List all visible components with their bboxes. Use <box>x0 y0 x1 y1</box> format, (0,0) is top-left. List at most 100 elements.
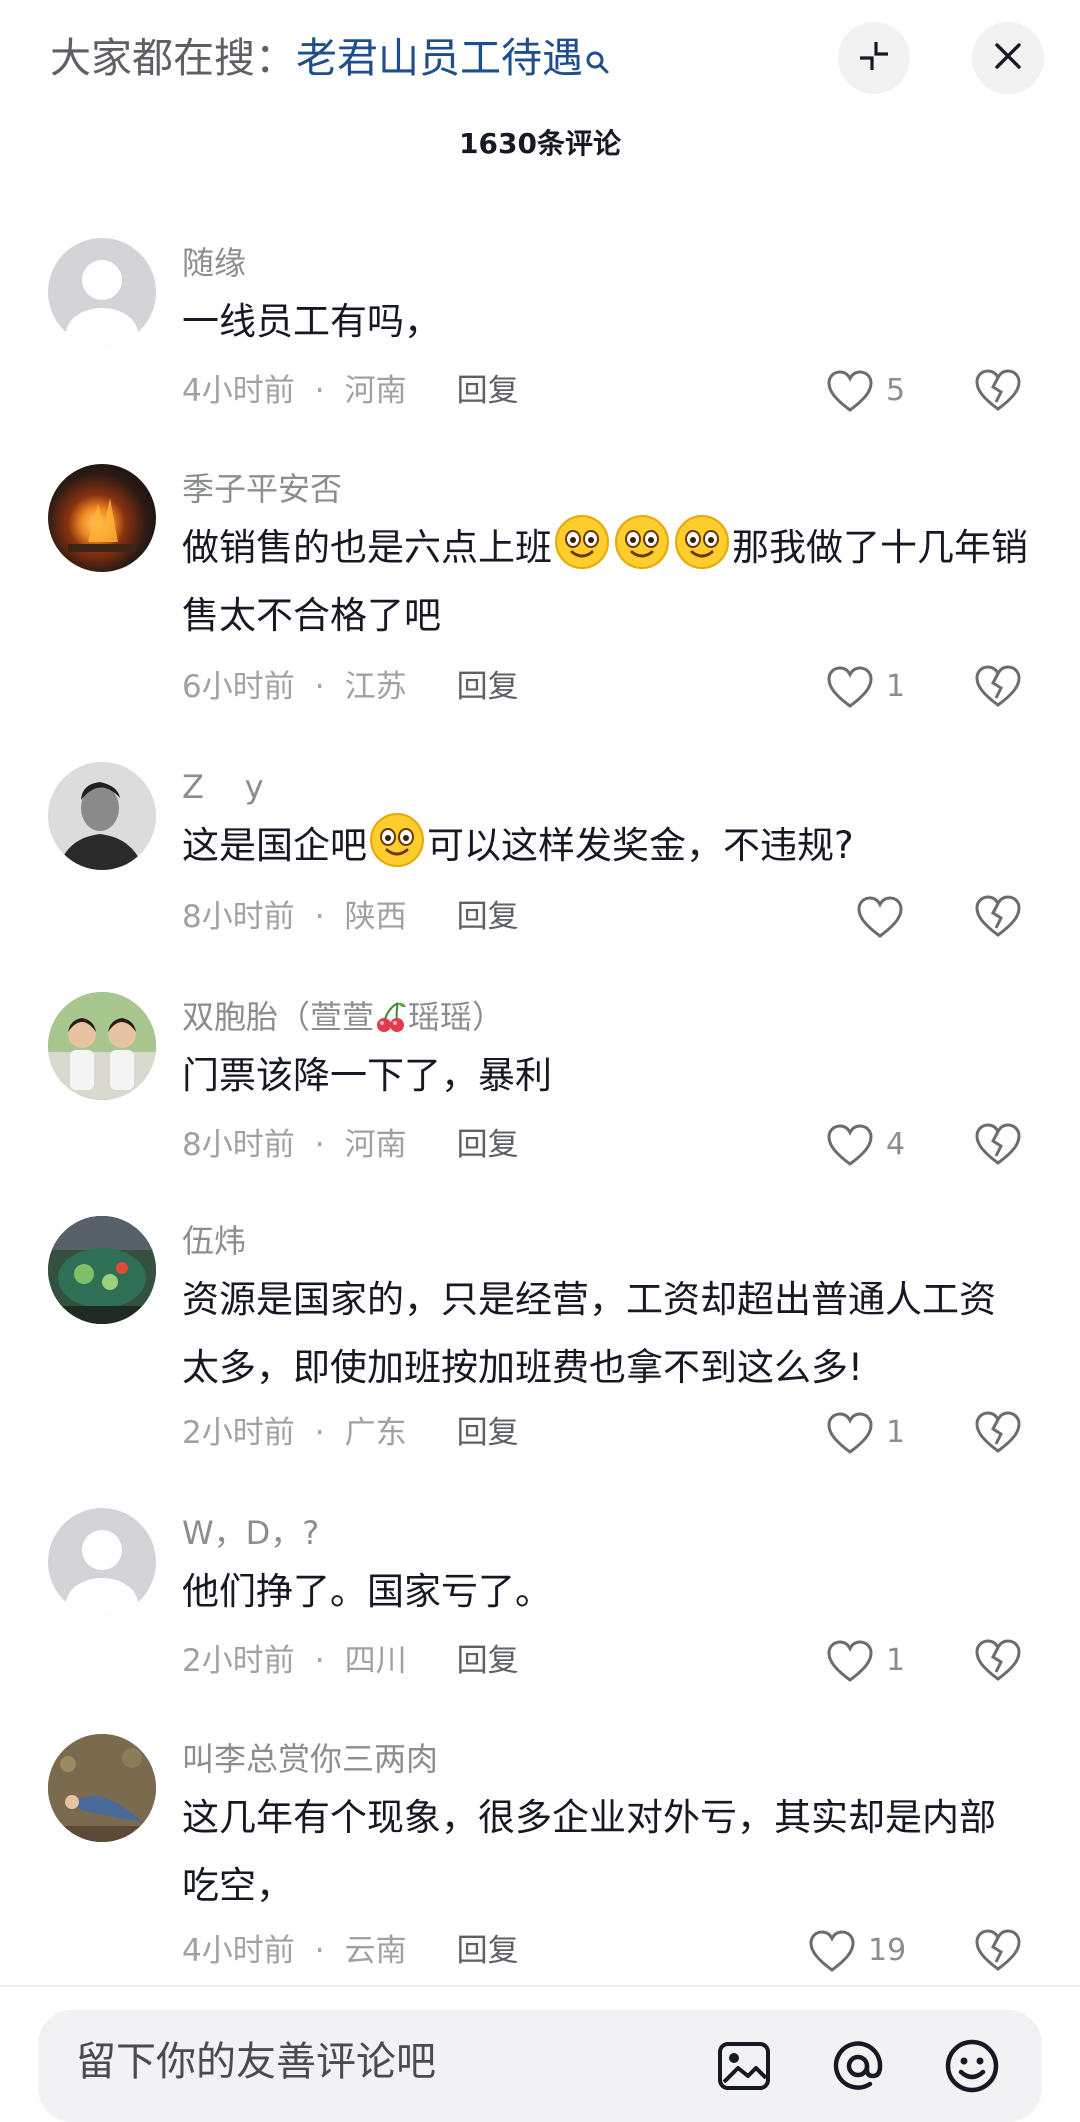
comment-count: 1630条评论 <box>459 127 621 160</box>
grin-emoji-icon <box>675 515 729 569</box>
username-part: 双胞胎（萱萱 <box>182 998 375 1036</box>
reply-button[interactable]: 回复 <box>457 1643 519 1679</box>
hot-search-bar[interactable]: 大家都在搜：老君山员工待遇 <box>50 28 611 92</box>
close-icon <box>993 41 1023 75</box>
comment-text-part: 做销售的也是六点上班 <box>182 526 552 569</box>
broken-heart-icon <box>975 1639 1021 1681</box>
broken-heart-icon <box>975 369 1021 411</box>
reply-button[interactable]: 回复 <box>457 1933 519 1969</box>
like-count: 1 <box>886 1643 906 1678</box>
comment-input[interactable]: 留下你的友善评论吧 <box>76 2032 436 2092</box>
dislike-button[interactable] <box>974 366 1024 416</box>
dislike-button[interactable] <box>974 662 1024 712</box>
dislike-button[interactable] <box>974 1408 1024 1458</box>
comment-region: 河南 <box>344 1127 407 1163</box>
like-button[interactable]: 4 <box>826 1120 946 1170</box>
like-button[interactable]: 1 <box>826 1408 946 1458</box>
comment-time: 4小时前 <box>182 1933 295 1969</box>
username[interactable]: 伍炜 <box>182 1218 246 1264</box>
emoji-icon <box>945 2039 999 2093</box>
like-button[interactable]: 1 <box>826 662 946 712</box>
username[interactable]: 双胞胎（萱萱 瑶瑶） <box>182 994 504 1040</box>
image-icon <box>718 2042 770 2090</box>
username[interactable]: 季子平安否 <box>182 466 342 512</box>
reply-button[interactable]: 回复 <box>457 669 519 705</box>
comment-meta: 6小时前 · 江苏 回复 <box>182 662 519 712</box>
comment-meta: 4小时前 · 云南 回复 <box>182 1926 519 1976</box>
image-button[interactable] <box>712 2034 776 2098</box>
comment-meta: 2小时前 · 四川 回复 <box>182 1636 519 1686</box>
avatar[interactable] <box>48 238 156 346</box>
heart-icon <box>827 666 873 708</box>
hot-search-label: 大家都在搜： <box>50 34 296 82</box>
meta-separator: · <box>314 1415 325 1451</box>
comment-text: 这是国企吧 可以这样发奖金，不违规? <box>182 812 1032 880</box>
comment-text: 做销售的也是六点上班 那我做了十几年销售太不合格了吧 <box>182 514 1032 650</box>
heart-icon <box>827 1640 873 1682</box>
divider <box>0 1985 1080 1987</box>
heart-icon <box>809 1930 855 1972</box>
cherry-icon <box>377 1002 407 1032</box>
comment-text: 资源是国家的，只是经营，工资却超出普通人工资太多，即使加班按加班费也拿不到这么多… <box>182 1278 996 1389</box>
like-button[interactable]: 19 <box>808 1926 928 1976</box>
like-button[interactable]: 1 <box>826 1636 946 1686</box>
like-count: 1 <box>886 669 906 704</box>
meta-separator: · <box>314 899 325 935</box>
reply-button[interactable]: 回复 <box>457 1415 519 1451</box>
hot-search-term[interactable]: 老君山员工待遇 <box>296 34 583 82</box>
broken-heart-icon <box>975 1123 1021 1165</box>
comment-text: 这几年有个现象，很多企业对外亏，其实却是内部吃空， <box>182 1796 996 1907</box>
like-button[interactable]: 5 <box>826 366 946 416</box>
dislike-button[interactable] <box>974 1636 1024 1686</box>
avatar[interactable] <box>48 992 156 1100</box>
mention-button[interactable] <box>826 2034 890 2098</box>
grin-emoji-icon <box>370 813 424 867</box>
username[interactable]: W，D，? <box>182 1510 319 1556</box>
comment-text: 他们挣了。国家亏了。 <box>182 1570 552 1613</box>
comment-input-bar[interactable]: 留下你的友善评论吧 <box>38 2010 1042 2122</box>
meta-separator: · <box>314 1643 325 1679</box>
reply-button[interactable]: 回复 <box>457 899 519 935</box>
username[interactable]: 随缘 <box>182 240 246 286</box>
comment-meta: 2小时前 · 广东 回复 <box>182 1408 519 1458</box>
like-count: 5 <box>886 373 906 408</box>
heart-icon <box>827 1412 873 1454</box>
reply-button[interactable]: 回复 <box>457 1127 519 1163</box>
like-count: 4 <box>886 1127 906 1162</box>
comment-time: 6小时前 <box>182 669 295 705</box>
avatar[interactable] <box>48 1508 156 1616</box>
grin-emoji-icon <box>555 515 609 569</box>
dislike-button[interactable] <box>974 1120 1024 1170</box>
emoji-button[interactable] <box>940 2034 1004 2098</box>
dislike-button[interactable] <box>974 1926 1024 1976</box>
avatar[interactable] <box>48 1734 156 1842</box>
reply-button[interactable]: 回复 <box>457 373 519 409</box>
dislike-button[interactable] <box>974 892 1024 942</box>
username[interactable]: Z y <box>182 764 264 810</box>
heart-icon <box>827 1124 873 1166</box>
like-button[interactable] <box>856 892 976 942</box>
comment-time: 8小时前 <box>182 899 295 935</box>
collapse-icon <box>856 38 892 78</box>
broken-heart-icon <box>975 1929 1021 1971</box>
collapse-button[interactable] <box>838 22 910 94</box>
comment-time: 8小时前 <box>182 1127 295 1163</box>
comment-region: 云南 <box>344 1933 407 1969</box>
comment-region: 广东 <box>344 1415 407 1451</box>
avatar[interactable] <box>48 464 156 572</box>
meta-separator: · <box>314 669 325 705</box>
avatar[interactable] <box>48 762 156 870</box>
broken-heart-icon <box>975 665 1021 707</box>
avatar[interactable] <box>48 1216 156 1324</box>
comment-text-part: 可以这样发奖金，不违规? <box>427 824 854 867</box>
comment-meta: 8小时前 · 河南 回复 <box>182 1120 519 1170</box>
comment-region: 江苏 <box>344 669 407 705</box>
search-icon <box>585 32 611 92</box>
grin-emoji-icon <box>615 515 669 569</box>
comment-time: 2小时前 <box>182 1415 295 1451</box>
meta-separator: · <box>314 1933 325 1969</box>
username[interactable]: 叫李总赏你三两肉 <box>182 1736 438 1782</box>
close-button[interactable] <box>972 22 1044 94</box>
comment-region: 四川 <box>344 1643 407 1679</box>
comment-time: 2小时前 <box>182 1643 295 1679</box>
